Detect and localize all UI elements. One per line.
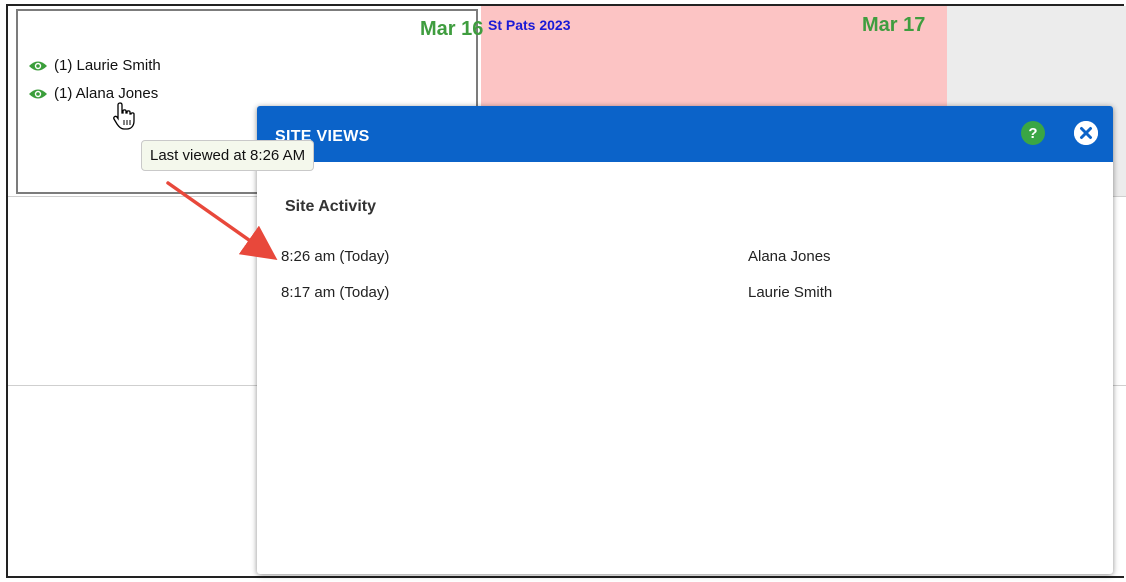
eye-icon: [29, 61, 47, 70]
cell-date-mar-16: Mar 16: [420, 18, 484, 40]
activity-user: Laurie Smith: [748, 284, 833, 301]
calendar-view: Mar 16 Mar 17 St Pats 2023 (1) Laurie Sm…: [0, 0, 1126, 582]
help-button[interactable]: ?: [1021, 121, 1045, 145]
activity-time: 8:26 am (Today): [281, 248, 390, 265]
eye-icon: [29, 89, 47, 98]
site-views-dialog: SITE VIEWS ? Site Activity 8:26 am (Toda…: [257, 106, 1113, 574]
viewer-name: (1) Alana Jones: [54, 85, 159, 102]
activity-user: Alana Jones: [748, 248, 831, 265]
viewer-entry[interactable]: (1) Laurie Smith: [28, 57, 161, 74]
close-button[interactable]: [1074, 121, 1098, 145]
viewer-entry[interactable]: (1) Alana Jones: [28, 85, 158, 102]
last-viewed-tooltip: Last viewed at 8:26 AM: [141, 140, 315, 171]
cell-date-mar-17: Mar 17: [862, 14, 926, 36]
site-activity-heading: Site Activity: [285, 198, 376, 215]
event-st-pats-2023[interactable]: St Pats 2023: [488, 17, 571, 33]
help-icon: ?: [1028, 124, 1038, 142]
dialog-header: SITE VIEWS ?: [257, 106, 1113, 162]
viewer-name: (1) Laurie Smith: [54, 57, 161, 74]
close-icon: [1074, 121, 1098, 145]
hand-cursor-icon: [113, 102, 135, 130]
activity-time: 8:17 am (Today): [281, 284, 390, 301]
